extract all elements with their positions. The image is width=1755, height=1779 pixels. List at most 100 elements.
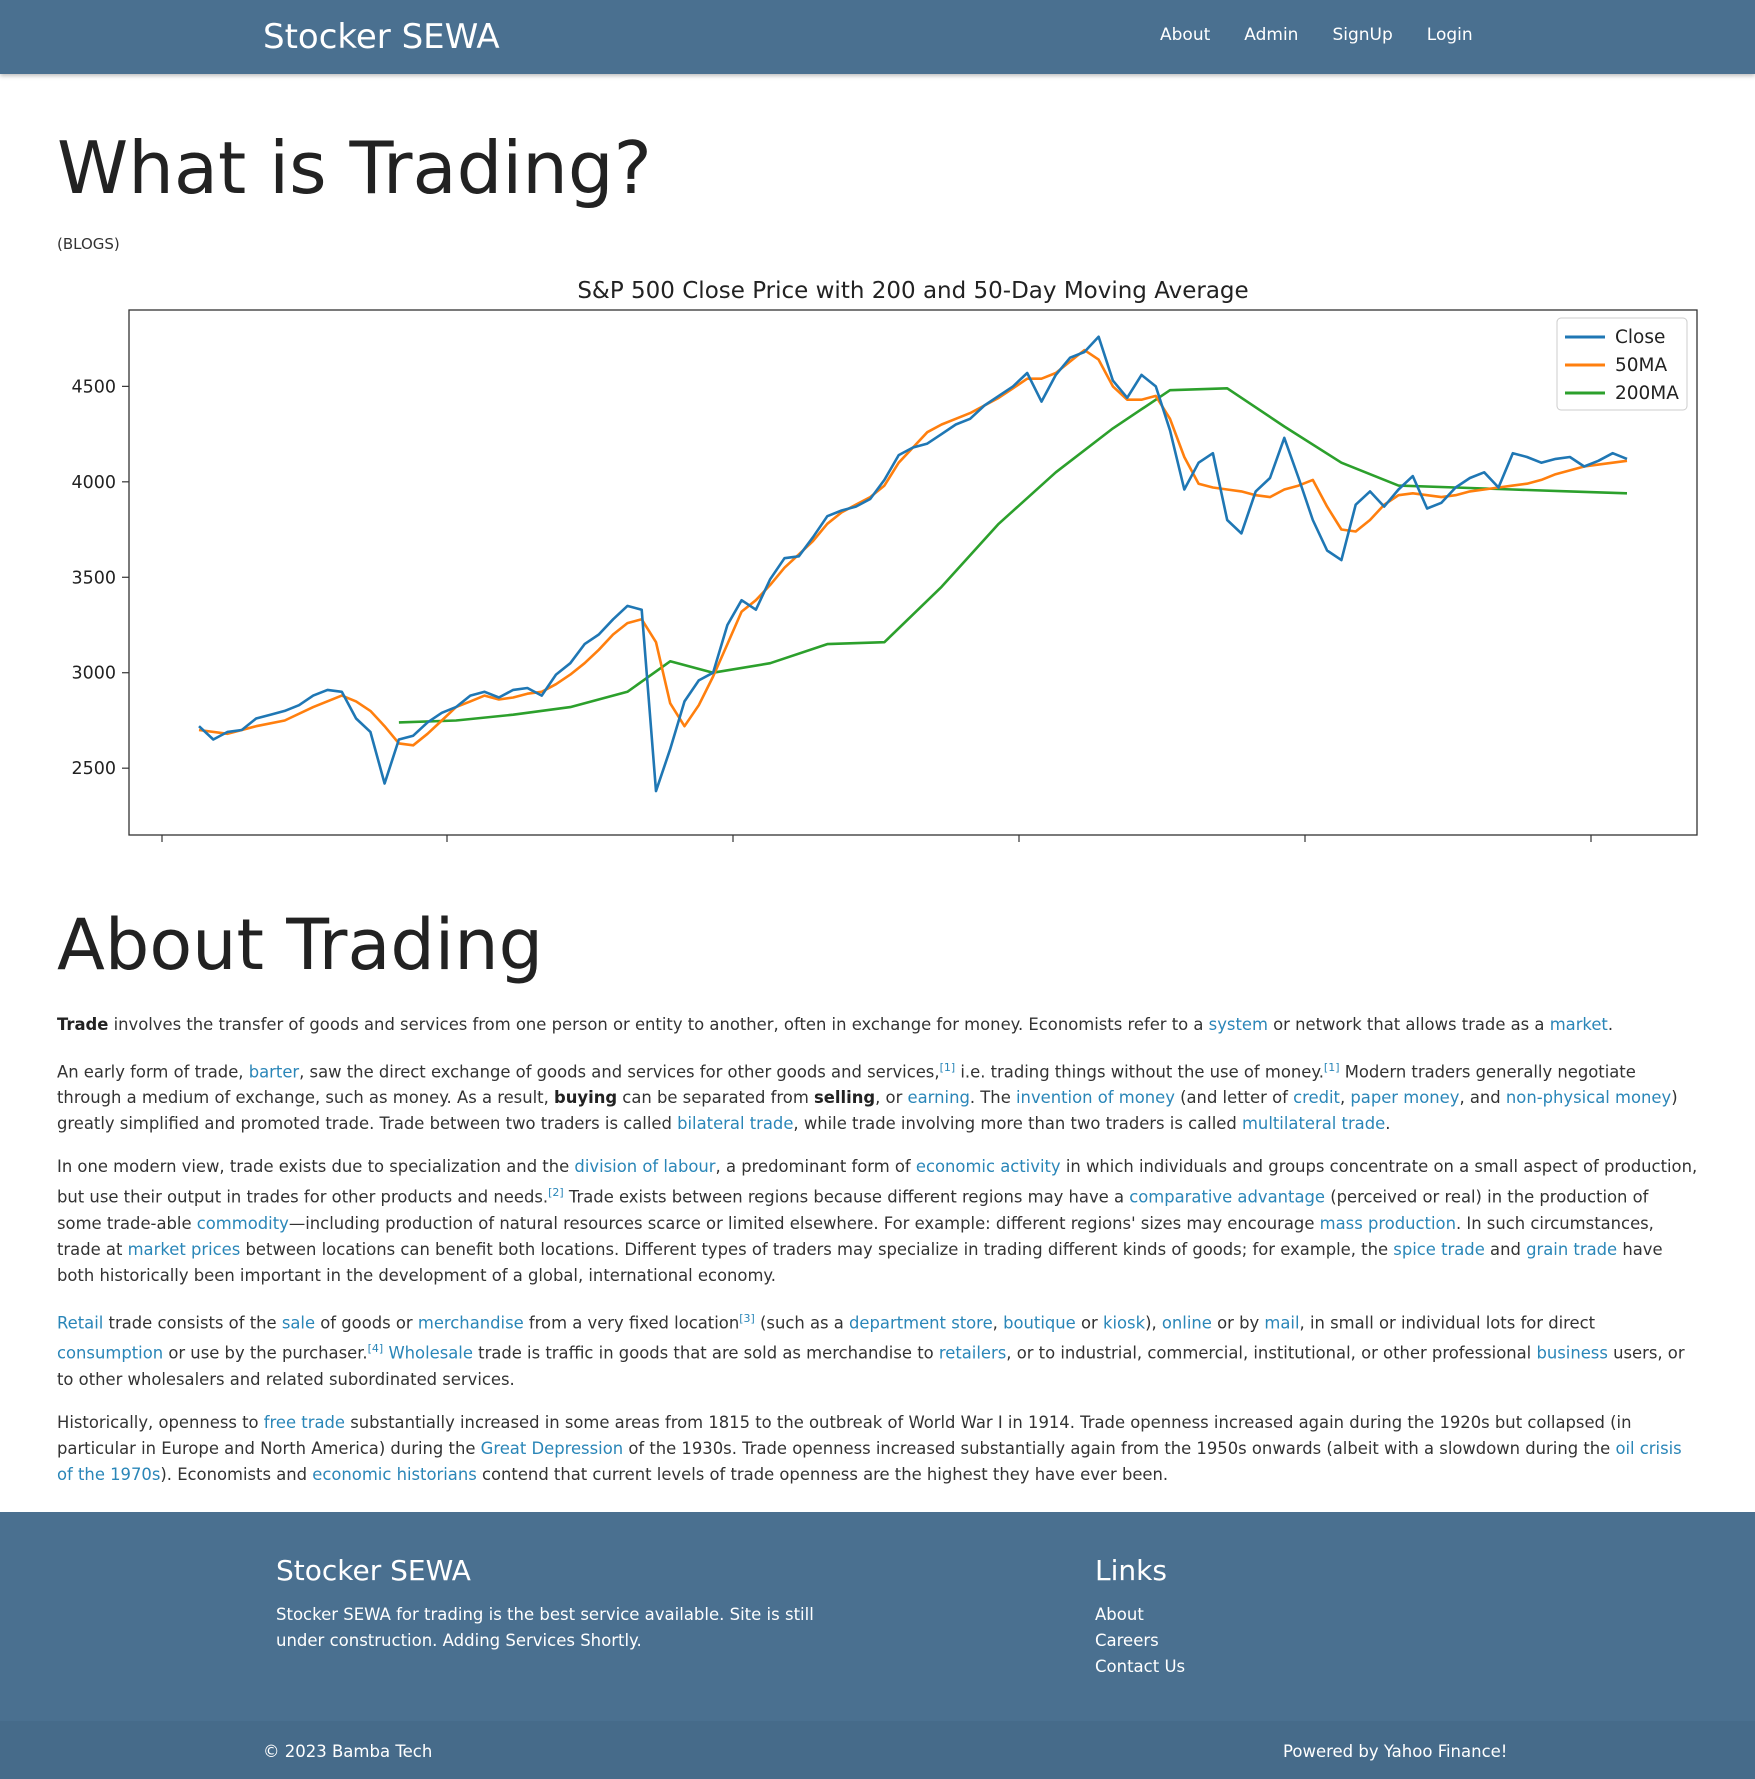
- article-link[interactable]: business: [1536, 1344, 1607, 1363]
- nav-admin-link[interactable]: Admin: [1244, 25, 1298, 45]
- article-text: (such as a: [754, 1313, 850, 1333]
- nav-login-link[interactable]: Login: [1427, 25, 1473, 45]
- bold-term: selling: [814, 1088, 876, 1108]
- article-link[interactable]: Great Depression: [481, 1439, 623, 1458]
- footer-description: Stocker SEWA for trading is the best ser…: [276, 1605, 814, 1650]
- nav-signup-link[interactable]: SignUp: [1332, 25, 1392, 45]
- article-text: (and letter of: [1174, 1088, 1294, 1108]
- article-text: and: [1484, 1239, 1527, 1259]
- chart-svg: S&P 500 Close Price with 200 and 50-Day …: [71, 278, 1698, 842]
- article-link[interactable]: invention of money: [1016, 1088, 1175, 1107]
- article-link[interactable]: economic historians: [312, 1465, 476, 1484]
- footer-links: About Careers Contact Us: [1095, 1602, 1185, 1680]
- article-link[interactable]: commodity: [197, 1214, 289, 1233]
- article-link[interactable]: bilateral trade: [677, 1114, 793, 1133]
- citation-link[interactable]: [4]: [368, 1342, 384, 1355]
- article-text: , and: [1459, 1088, 1506, 1108]
- footer-link-contact[interactable]: Contact Us: [1095, 1654, 1185, 1680]
- article-link[interactable]: Wholesale: [388, 1344, 472, 1363]
- footer-link-careers[interactable]: Careers: [1095, 1628, 1185, 1654]
- article-link[interactable]: earning: [908, 1088, 970, 1107]
- page-subtitle: (BLOGS): [57, 235, 120, 253]
- article-text: involves the transfer of goods and servi…: [108, 1015, 1209, 1034]
- article-text: Historically, openness to: [57, 1412, 264, 1432]
- article-link[interactable]: boutique: [1003, 1313, 1076, 1332]
- copyright: © 2023 Bamba Tech: [263, 1742, 433, 1761]
- article-link[interactable]: market prices: [128, 1240, 241, 1259]
- nav-about-link[interactable]: About: [1160, 25, 1210, 45]
- article-text: or network that allows trade as a: [1267, 1015, 1550, 1034]
- article-paragraph: Trade involves the transfer of goods and…: [57, 1012, 1698, 1038]
- article-link[interactable]: free trade: [264, 1413, 345, 1432]
- article-paragraph: An early form of trade, barter, saw the …: [57, 1055, 1698, 1137]
- article-text: ),: [1145, 1313, 1162, 1333]
- article-text: —including production of natural resourc…: [288, 1213, 1320, 1233]
- article-link[interactable]: mail: [1264, 1313, 1299, 1332]
- article-link[interactable]: non-physical money: [1506, 1088, 1671, 1107]
- article-text: .: [1607, 1015, 1614, 1034]
- article-link[interactable]: sale: [282, 1313, 315, 1332]
- nav-brand[interactable]: Stocker SEWA: [263, 17, 500, 57]
- citation-link[interactable]: [2]: [548, 1186, 564, 1199]
- bold-term: buying: [553, 1088, 618, 1108]
- article-link[interactable]: department store: [849, 1313, 993, 1332]
- article-link[interactable]: grain trade: [1526, 1240, 1617, 1259]
- article-link[interactable]: credit: [1293, 1088, 1340, 1107]
- citation-link[interactable]: [3]: [739, 1312, 755, 1325]
- article-link[interactable]: Retail: [57, 1313, 103, 1332]
- article-link[interactable]: market: [1550, 1015, 1608, 1034]
- article-link[interactable]: mass production: [1320, 1214, 1456, 1233]
- article-link[interactable]: retailers: [939, 1344, 1006, 1363]
- article-text: , saw the direct exchange of goods and s…: [299, 1062, 940, 1082]
- footer-link-about[interactable]: About: [1095, 1602, 1185, 1628]
- article-link[interactable]: comparative advantage: [1129, 1188, 1325, 1207]
- article-link[interactable]: spice trade: [1393, 1240, 1485, 1259]
- article-link[interactable]: merchandise: [418, 1313, 524, 1332]
- article-paragraph: In one modern view, trade exists due to …: [57, 1154, 1698, 1288]
- article-text: of goods or: [315, 1313, 418, 1333]
- footer-bottom-bar: © 2023 Bamba Tech Powered by Yahoo Finan…: [0, 1721, 1755, 1779]
- article-text: ,: [1339, 1088, 1351, 1108]
- article-link[interactable]: barter: [249, 1062, 299, 1081]
- footer: Stocker SEWA Stocker SEWA for trading is…: [0, 1512, 1755, 1779]
- y-tick-label: 3000: [71, 664, 116, 684]
- footer-links-title: Links: [1095, 1554, 1167, 1587]
- article-link[interactable]: system: [1209, 1015, 1268, 1034]
- article-link[interactable]: economic activity: [916, 1157, 1061, 1176]
- article-text: , in small or individual lots for direct: [1299, 1313, 1596, 1333]
- article-text: . The: [969, 1088, 1016, 1108]
- article-link[interactable]: consumption: [57, 1344, 163, 1363]
- citation-link[interactable]: [1]: [1324, 1061, 1340, 1074]
- nav-links: About Admin SignUp Login: [1160, 25, 1507, 45]
- article-text: or by: [1211, 1313, 1265, 1333]
- plot-frame: [128, 309, 1698, 836]
- article-link[interactable]: paper money: [1350, 1088, 1459, 1107]
- article-paragraph: Historically, openness to free trade sub…: [57, 1410, 1698, 1488]
- powered-by: Powered by Yahoo Finance!: [1283, 1742, 1508, 1761]
- article-link[interactable]: division of labour: [574, 1157, 715, 1176]
- article-link[interactable]: multilateral trade: [1242, 1114, 1385, 1133]
- footer-brand: Stocker SEWA: [276, 1554, 471, 1587]
- article-link[interactable]: online: [1162, 1313, 1212, 1332]
- y-tick-label: 4000: [71, 473, 116, 493]
- article-text: .: [1385, 1114, 1391, 1134]
- article-text: trade is traffic in goods that are sold …: [472, 1343, 939, 1363]
- article-text: between locations can benefit both locat…: [240, 1239, 1394, 1259]
- article-text: of the 1930s. Trade openness increased s…: [623, 1438, 1616, 1458]
- chart-title: S&P 500 Close Price with 200 and 50-Day …: [577, 278, 1248, 304]
- article-text: ,: [992, 1313, 1004, 1333]
- article-text: In one modern view, trade exists due to …: [57, 1157, 575, 1177]
- article-text: trade consists of the: [103, 1313, 282, 1333]
- article-link[interactable]: kiosk: [1103, 1313, 1145, 1332]
- article-paragraph: Retail trade consists of the sale of goo…: [57, 1306, 1698, 1393]
- legend-label: 200MA: [1615, 383, 1679, 404]
- article-text: , or to industrial, commercial, institut…: [1006, 1343, 1537, 1363]
- article-text: , a predominant form of: [715, 1157, 916, 1177]
- article-text: i.e. trading things without the use of m…: [955, 1062, 1324, 1082]
- article-text: from a very fixed location: [523, 1313, 740, 1333]
- article-text: An early form of trade,: [57, 1062, 249, 1082]
- citation-link[interactable]: [1]: [940, 1061, 956, 1074]
- sp500-chart: S&P 500 Close Price with 200 and 50-Day …: [57, 270, 1698, 920]
- article-body: Trade involves the transfer of goods and…: [57, 1012, 1698, 1505]
- article-text: or use by the purchaser.: [163, 1343, 368, 1363]
